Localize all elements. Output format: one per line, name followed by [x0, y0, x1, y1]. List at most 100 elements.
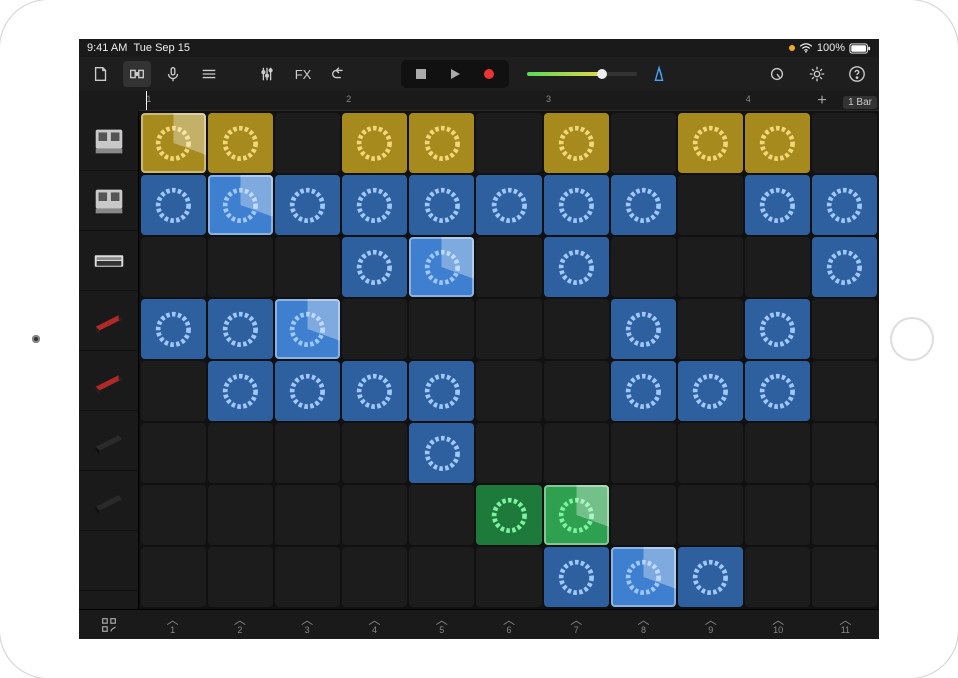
loop-cell[interactable] [342, 113, 407, 173]
empty-cell[interactable] [342, 547, 407, 607]
empty-cell[interactable] [812, 423, 877, 483]
record-button[interactable] [472, 63, 506, 85]
home-button[interactable] [890, 317, 934, 361]
loop-cell[interactable] [409, 423, 474, 483]
loop-cell[interactable] [544, 547, 609, 607]
empty-cell[interactable] [678, 423, 743, 483]
loop-cell[interactable] [409, 237, 474, 297]
tracks-view-button[interactable] [195, 61, 223, 87]
empty-cell[interactable] [141, 361, 206, 421]
loop-cell[interactable] [812, 237, 877, 297]
empty-cell[interactable] [745, 547, 810, 607]
loop-cell[interactable] [342, 237, 407, 297]
empty-cell[interactable] [208, 237, 273, 297]
empty-cell[interactable] [611, 237, 676, 297]
empty-cell[interactable] [476, 299, 541, 359]
loop-cell[interactable] [141, 175, 206, 235]
add-section-button[interactable]: + [809, 92, 835, 110]
loop-cell[interactable] [275, 361, 340, 421]
empty-cell[interactable] [812, 361, 877, 421]
loop-cell[interactable] [678, 547, 743, 607]
loop-cell[interactable] [208, 113, 273, 173]
loop-cell[interactable] [812, 175, 877, 235]
loop-cell[interactable] [409, 361, 474, 421]
loop-cell[interactable] [476, 485, 541, 545]
empty-cell[interactable] [409, 485, 474, 545]
loop-cell[interactable] [409, 113, 474, 173]
loop-length[interactable]: 1 Bar [843, 96, 877, 109]
empty-cell[interactable] [476, 237, 541, 297]
column-trigger-6[interactable]: ︿6 [475, 615, 542, 635]
empty-cell[interactable] [544, 299, 609, 359]
column-trigger-2[interactable]: ︿2 [206, 615, 273, 635]
empty-cell[interactable] [745, 423, 810, 483]
loop-cell[interactable] [208, 175, 273, 235]
column-trigger-10[interactable]: ︿10 [744, 615, 811, 635]
empty-cell[interactable] [678, 485, 743, 545]
column-trigger-5[interactable]: ︿5 [408, 615, 475, 635]
loop-cell[interactable] [611, 547, 676, 607]
empty-cell[interactable] [141, 485, 206, 545]
track-header-drum-machine-2[interactable] [79, 171, 138, 231]
loop-cell[interactable] [275, 299, 340, 359]
loop-cell[interactable] [611, 361, 676, 421]
empty-cell[interactable] [141, 423, 206, 483]
loop-cell[interactable] [544, 113, 609, 173]
track-header-extra[interactable] [79, 531, 138, 591]
empty-cell[interactable] [544, 423, 609, 483]
column-trigger-8[interactable]: ︿8 [610, 615, 677, 635]
volume-knob[interactable] [597, 69, 607, 79]
loop-cell[interactable] [678, 113, 743, 173]
empty-cell[interactable] [409, 299, 474, 359]
loop-cell[interactable] [745, 361, 810, 421]
settings-button[interactable] [803, 61, 831, 87]
loop-cell[interactable] [745, 113, 810, 173]
microphone-button[interactable] [159, 61, 187, 87]
column-trigger-4[interactable]: ︿4 [341, 615, 408, 635]
track-header-keyboard-2[interactable] [79, 351, 138, 411]
column-trigger-1[interactable]: ︿1 [139, 615, 206, 635]
loop-cell[interactable] [544, 237, 609, 297]
track-header-keyboard-3[interactable] [79, 411, 138, 471]
empty-cell[interactable] [812, 299, 877, 359]
empty-cell[interactable] [141, 237, 206, 297]
loop-cell[interactable] [141, 113, 206, 173]
loop-cell[interactable] [208, 361, 273, 421]
column-trigger-9[interactable]: ︿9 [677, 615, 744, 635]
bar-ruler[interactable]: 1 2 3 4 + 1 Bar [139, 91, 879, 111]
track-header-keyboard-4[interactable] [79, 471, 138, 531]
empty-cell[interactable] [208, 423, 273, 483]
empty-cell[interactable] [342, 423, 407, 483]
column-trigger-7[interactable]: ︿7 [543, 615, 610, 635]
loop-cell[interactable] [745, 175, 810, 235]
empty-cell[interactable] [476, 113, 541, 173]
loop-cell[interactable] [544, 175, 609, 235]
help-button[interactable] [843, 61, 871, 87]
loop-cell[interactable] [544, 485, 609, 545]
metronome-button[interactable] [645, 61, 673, 87]
empty-cell[interactable] [275, 485, 340, 545]
empty-cell[interactable] [275, 237, 340, 297]
empty-cell[interactable] [611, 113, 676, 173]
play-button[interactable] [438, 63, 472, 85]
empty-cell[interactable] [342, 299, 407, 359]
column-trigger-3[interactable]: ︿3 [274, 615, 341, 635]
stop-button[interactable] [404, 63, 438, 85]
empty-cell[interactable] [678, 175, 743, 235]
empty-cell[interactable] [745, 237, 810, 297]
loop-browser-button[interactable] [763, 61, 791, 87]
loop-cell[interactable] [275, 175, 340, 235]
grid-mode-button[interactable] [79, 616, 139, 634]
track-header-sampler[interactable] [79, 231, 138, 291]
loop-cell[interactable] [342, 361, 407, 421]
loop-cell[interactable] [141, 299, 206, 359]
mixer-button[interactable] [253, 61, 281, 87]
undo-button[interactable] [325, 61, 353, 87]
my-songs-button[interactable] [87, 61, 115, 87]
loop-cell[interactable] [208, 299, 273, 359]
track-header-keyboard-1[interactable] [79, 291, 138, 351]
empty-cell[interactable] [275, 423, 340, 483]
loop-cell[interactable] [678, 361, 743, 421]
fx-button[interactable]: FX [289, 61, 317, 87]
empty-cell[interactable] [476, 547, 541, 607]
